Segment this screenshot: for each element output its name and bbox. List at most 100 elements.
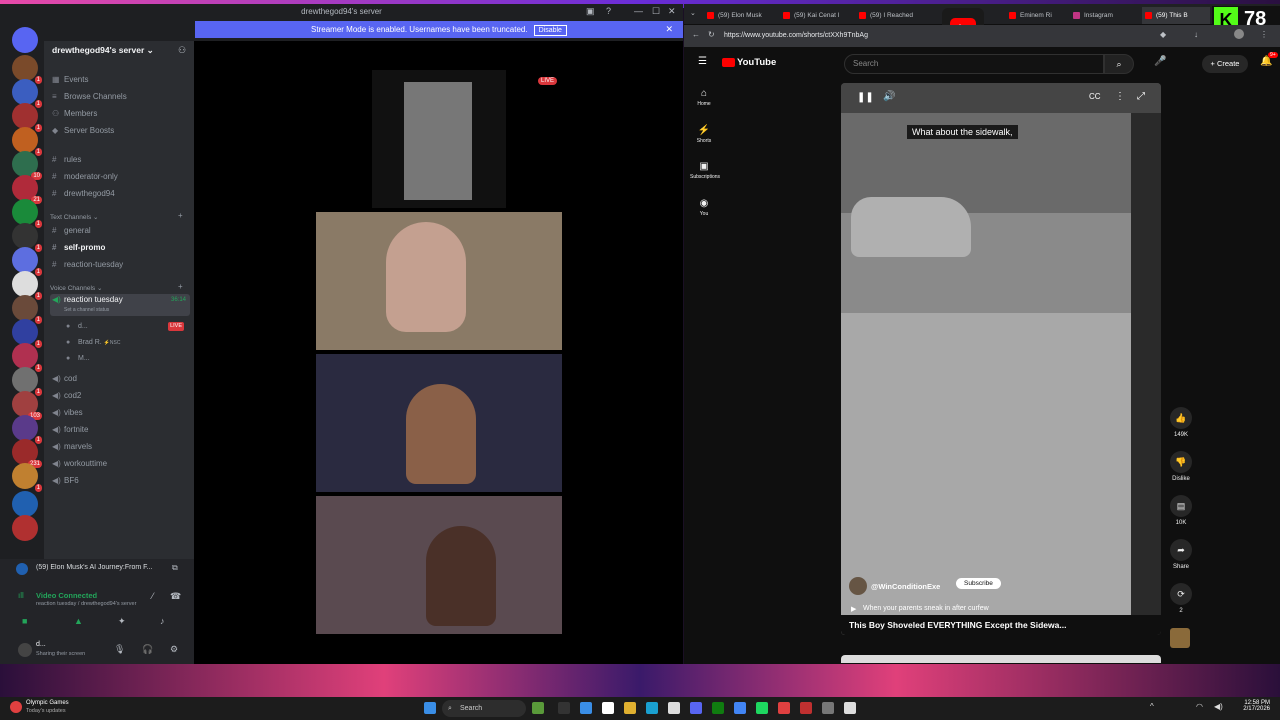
task-view-icon[interactable] [558,702,570,714]
tray-chevron-icon[interactable]: ^ [1150,702,1154,711]
nav-subscriptions[interactable]: ▣ Subscriptions [690,161,720,180]
connection-status[interactable]: Video Connected [36,591,97,600]
close-button[interactable]: ✕ [668,6,676,17]
maximize-button[interactable]: ☐ [652,6,660,17]
channel-reaction-tuesday[interactable]: # reaction-tuesday [50,257,190,273]
user-name[interactable]: d... [36,641,46,648]
soundboard-icon[interactable]: ♪ [160,616,165,626]
server-icon[interactable]: 1 [12,319,42,348]
server-icon[interactable]: 1 [12,247,42,276]
discord-icon[interactable] [690,702,702,714]
menu-events[interactable]: ▦ Events [50,72,190,88]
shorts-video-player[interactable]: ❚❚ 🔊 CC ⋮ ⤢ What about the sidewalk, @Wi… [841,83,1161,635]
wifi-icon[interactable]: ◠ [1196,702,1203,711]
server-icon[interactable]: 1 [12,271,42,300]
close-icon[interactable]: ✕ [665,21,673,38]
text-category[interactable]: Text Channels ⌄ [50,213,98,221]
voice-channel-marvels[interactable]: ◀) marvels [50,439,190,455]
xbox-icon[interactable] [712,702,724,714]
music-label[interactable]: When your parents sneak in after curfew [863,605,989,612]
like-button[interactable]: 👍 149K [1168,407,1194,438]
reload-icon[interactable]: ↻ [708,30,715,39]
voice-category[interactable]: Voice Channels ⌄ [50,284,102,292]
popout-icon[interactable]: ⧉ [172,563,178,573]
voice-channel-bf6[interactable]: ◀) BF6 [50,473,190,489]
voice-channel-vibes[interactable]: ◀) vibes [50,405,190,421]
voice-channel-cod[interactable]: ◀) cod [50,371,190,387]
profile-avatar[interactable] [1234,29,1244,39]
server-icon[interactable]: 1 [12,415,42,444]
download-icon[interactable]: ↓ [1194,30,1198,39]
server-icon[interactable]: 10 [12,151,42,180]
dislike-button[interactable]: 👎 Dislike [1168,451,1194,482]
app-icon[interactable] [532,702,544,714]
server-icon[interactable]: 1 [12,295,42,324]
microphone-icon[interactable]: 🎙 [114,644,125,655]
file-explorer-icon[interactable] [624,702,636,714]
minimize-button[interactable]: — [634,6,643,16]
menu-browse-channels[interactable]: ≡ Browse Channels [50,89,190,105]
tab[interactable]: (59) Elon Musk [704,7,780,24]
taskbar-search[interactable]: ⌕ Search [442,700,526,717]
url-field[interactable]: https://www.youtube.com/shorts/ctXXh9Tnb… [724,29,1064,43]
video-title[interactable]: This Boy Shoveled EVERYTHING Except the … [849,620,1066,630]
nav-shorts[interactable]: ⚡ Shorts [690,125,718,144]
disconnect-icon[interactable]: ☎ [170,591,181,602]
menu-icon[interactable]: ☰ [698,56,707,67]
tab[interactable]: (59) Kai Cenat l [780,7,856,24]
search-button[interactable]: ⌕ [1104,54,1134,74]
server-icon[interactable]: 103 [12,391,42,420]
widget-title[interactable]: Olympic Games [26,700,69,706]
start-icon[interactable] [424,702,436,714]
voice-channel-workouttime[interactable]: ◀) workouttime [50,456,190,472]
server-name[interactable]: drewthegod94's server ⌄ [52,45,154,56]
pause-icon[interactable]: ❚❚ [857,92,874,103]
app-icon[interactable] [822,702,834,714]
app-icon[interactable] [800,702,812,714]
voice-member[interactable]: ● d... LIVE [64,319,188,335]
noise-suppression-icon[interactable]: ⁄ [152,591,154,601]
server-icon[interactable]: 1 [12,55,42,84]
chrome-icon[interactable] [734,702,746,714]
subscribe-button[interactable]: Subscribe [956,578,1001,589]
server-icon[interactable]: 1 [12,199,42,228]
obs-icon[interactable] [844,702,856,714]
voice-channel-active[interactable]: ◀) reaction tuesday 36:14 Set a channel sta… [50,294,190,316]
app-icon[interactable] [778,702,790,714]
help-icon[interactable]: ? [606,6,611,16]
remix-button[interactable]: ⟳ 2 [1168,583,1194,614]
voice-channel-fortnite[interactable]: ◀) fortnite [50,422,190,438]
server-icon[interactable]: 1 [12,103,42,132]
inbox-icon[interactable]: ▣ [586,6,595,17]
camera-tile[interactable] [316,212,562,350]
channel-self-promo[interactable]: # self-promo [50,240,190,256]
channel-avatar[interactable] [849,577,867,595]
nav-you[interactable]: ◉ You [690,198,718,217]
add-channel-icon[interactable]: + [178,211,183,220]
server-icon[interactable]: 1 [12,223,42,252]
add-channel-icon[interactable]: + [178,282,183,291]
fullscreen-icon[interactable]: ⤢ [1137,91,1145,102]
voice-member[interactable]: ● Brad R. ⚡NSC [64,335,188,351]
avatar[interactable] [18,643,32,657]
activities-icon[interactable]: ✦ [118,616,126,627]
server-icon[interactable] [12,491,38,517]
sound-thumbnail[interactable] [1170,628,1190,648]
create-button[interactable]: + Create [1202,55,1248,73]
more-icon[interactable]: ⋮ [1260,30,1268,39]
app-icon[interactable] [602,702,614,714]
search-input[interactable]: Search [844,54,1104,74]
server-icon[interactable]: 1 [12,127,42,156]
extension-icon[interactable]: ◆ [1160,30,1166,39]
tab-active[interactable]: (59) This B [1142,7,1210,24]
menu-server-boosts[interactable]: ◆ Server Boosts [50,123,190,139]
tab[interactable]: Eminem Ri [1006,7,1070,24]
clock[interactable]: 12:58 PM 2/17/2026 [1236,700,1270,712]
channel-rules[interactable]: # rules [50,152,190,168]
volume-icon[interactable]: 🔊 [883,91,895,102]
channel-status[interactable]: Set a channel status [64,306,190,314]
app-icon[interactable] [756,702,768,714]
disable-button[interactable]: Disable [533,25,567,36]
volume-icon[interactable]: ◀) [1214,702,1223,711]
youtube-logo[interactable]: YouTube [722,57,776,68]
